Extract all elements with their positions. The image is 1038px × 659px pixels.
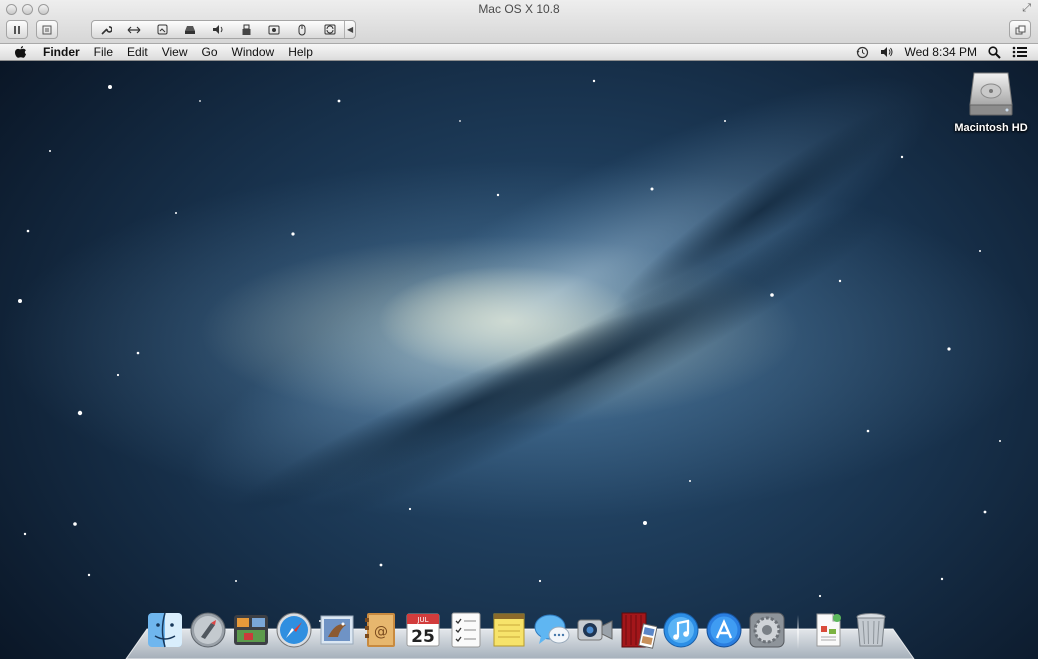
speaker-icon[interactable] [204, 21, 232, 38]
resize-arrows-icon[interactable] [120, 21, 148, 38]
notification-center-icon[interactable] [1012, 46, 1028, 58]
camera-icon[interactable] [260, 21, 288, 38]
mission-control-icon[interactable] [232, 611, 270, 649]
menu-file[interactable]: File [94, 44, 113, 60]
settings-list-icon [42, 25, 52, 34]
document-stack-icon[interactable] [809, 611, 847, 649]
hard-drive-icon [969, 72, 1013, 116]
menu-window[interactable]: Window [232, 44, 275, 60]
messages-icon[interactable] [533, 611, 571, 649]
dock: @ JUL 25 [146, 605, 895, 649]
vm-view-mode-button[interactable] [1009, 20, 1031, 39]
mail-icon[interactable] [318, 611, 356, 649]
facetime-icon[interactable] [576, 611, 614, 649]
calendar-icon[interactable]: JUL 25 [404, 611, 442, 649]
menu-clock[interactable]: Wed 8:34 PM [905, 44, 977, 60]
sync-icon[interactable] [316, 21, 344, 38]
desktop-wallpaper[interactable]: Macintosh HD [0, 61, 1038, 659]
menu-go[interactable]: Go [202, 44, 218, 60]
calendar-date-label: 25 [411, 627, 435, 647]
wrench-icon[interactable] [92, 21, 120, 38]
screenshot-icon[interactable] [148, 21, 176, 38]
safari-icon[interactable] [275, 611, 313, 649]
svg-text:@: @ [374, 624, 388, 640]
menu-view[interactable]: View [162, 44, 188, 60]
contacts-icon[interactable]: @ [361, 611, 399, 649]
vm-window-titlebar: Mac OS X 10.8 ⤢ ◀ [0, 0, 1038, 44]
reminders-icon[interactable] [447, 611, 485, 649]
vm-settings-button[interactable] [36, 20, 58, 39]
galaxy-wallpaper-art [18, 76, 1001, 622]
pause-vm-button[interactable] [6, 20, 28, 39]
app-store-icon[interactable] [705, 611, 743, 649]
itunes-icon[interactable] [662, 611, 700, 649]
vm-window-title: Mac OS X 10.8 [478, 2, 560, 16]
menu-help[interactable]: Help [288, 44, 313, 60]
time-machine-icon[interactable] [856, 46, 869, 59]
finder-icon[interactable] [146, 611, 184, 649]
menu-edit[interactable]: Edit [127, 44, 148, 60]
windows-icon [1015, 25, 1025, 34]
spotlight-icon[interactable] [988, 45, 1001, 59]
drive-icon[interactable] [176, 21, 204, 38]
desktop-icon-macintosh-hd[interactable]: Macintosh HD [950, 69, 1032, 134]
vm-toolbar: ◀ [91, 20, 356, 39]
notes-icon[interactable] [490, 611, 528, 649]
vm-screen: Mac OS X 10.8 ⤢ ◀ Finder File Edit View … [0, 0, 1038, 659]
menu-finder[interactable]: Finder [43, 44, 80, 60]
photo-booth-icon[interactable] [619, 611, 657, 649]
calendar-month-label: JUL [416, 616, 428, 624]
desktop-icon-label: Macintosh HD [954, 122, 1028, 134]
pause-icon [14, 25, 20, 34]
apple-menu-icon[interactable] [14, 45, 28, 59]
fullscreen-icon[interactable]: ⤢ [1022, 3, 1031, 14]
menu-bar: Finder File Edit View Go Window Help Wed… [0, 44, 1038, 61]
mouse-icon[interactable] [288, 21, 316, 38]
dock-separator [797, 615, 799, 649]
volume-icon[interactable] [880, 46, 894, 58]
launchpad-icon[interactable] [189, 611, 227, 649]
trash-icon[interactable] [852, 611, 890, 649]
system-preferences-icon[interactable] [748, 611, 786, 649]
collapse-toolbar-icon[interactable]: ◀ [344, 21, 355, 38]
usb-icon[interactable] [232, 21, 260, 38]
